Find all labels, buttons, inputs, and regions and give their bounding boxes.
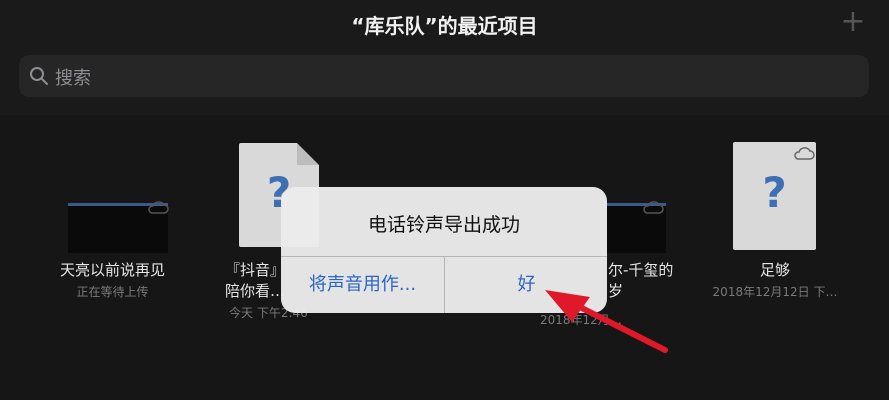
cloud-icon — [794, 147, 815, 160]
search-placeholder: 搜索 — [55, 68, 91, 89]
page-title: “库乐队”的最近项目 — [351, 14, 538, 38]
search-input[interactable]: 搜索 — [19, 55, 869, 97]
project-name-line2: 岁 — [608, 282, 624, 300]
plus-icon[interactable]: + — [839, 7, 867, 37]
project-status: 正在等待上传 — [76, 285, 149, 299]
question-mark-icon: ? — [762, 168, 787, 217]
export-success-alert: 电话铃声导出成功 将声音用作... 好 — [281, 187, 607, 313]
search-icon — [30, 67, 48, 85]
cloud-icon — [148, 201, 169, 214]
alert-message: 电话铃声导出成功 — [367, 214, 520, 236]
project-name: 足够 — [759, 261, 790, 279]
cloud-icon — [643, 201, 664, 214]
project-name: 天亮以前说再见 — [59, 261, 165, 279]
top-bar: “库乐队”的最近项目 + 搜索 — [0, 0, 889, 115]
project-date: 2018年12月… — [540, 313, 622, 327]
project-name: 尔-千玺的 — [608, 261, 674, 279]
ok-button[interactable]: 好 — [445, 257, 607, 313]
use-sound-as-button[interactable]: 将声音用作... — [281, 257, 444, 313]
project-date: 2018年12月12日 下… — [712, 285, 838, 299]
